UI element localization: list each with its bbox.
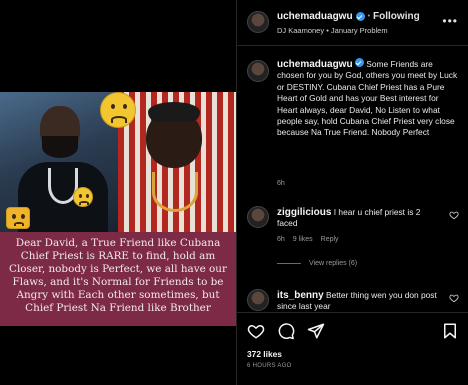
upset-face-emoji-icon: [6, 207, 30, 229]
dot-separator: •: [367, 13, 371, 20]
caption-age: 6h: [277, 180, 285, 187]
bookmark-icon[interactable]: [441, 322, 459, 340]
view-replies-label: View replies (6): [309, 260, 358, 267]
likes-count[interactable]: 372 likes: [247, 349, 282, 359]
divider: [277, 263, 301, 264]
like-comment-heart-icon[interactable]: [449, 293, 459, 303]
comment-age: 6h: [277, 236, 285, 243]
comment-icon[interactable]: [277, 322, 295, 340]
avatar[interactable]: [247, 11, 269, 33]
heart-icon[interactable]: [247, 322, 265, 340]
more-horizontal-icon[interactable]: •••: [442, 14, 458, 28]
header-username[interactable]: uchemaduagwu: [277, 11, 353, 22]
like-comment-heart-icon[interactable]: [449, 210, 459, 220]
verified-badge-icon: [355, 12, 365, 21]
post-timestamp: 6 HOURS AGO: [247, 363, 292, 369]
comment-username[interactable]: its_benny: [277, 290, 324, 301]
comment-text: its_benny Better thing wen you don post …: [277, 290, 443, 313]
comment-text: ziggilicious I hear u chief priest is 2 …: [277, 207, 443, 230]
reply-button[interactable]: Reply: [321, 236, 339, 243]
caption-text: uchemaduagwu Some Friends are chosen for…: [277, 58, 459, 139]
sad-face-emoji-icon: [100, 92, 136, 128]
following-button[interactable]: Following: [373, 11, 420, 22]
image-caption-text: Dear David, a True Friend like Cubana Ch…: [0, 232, 236, 326]
share-icon[interactable]: [307, 322, 325, 340]
comment-likes[interactable]: 9 likes: [293, 236, 313, 243]
audio-track-link[interactable]: DJ Kaamoney • January Problem: [277, 26, 388, 35]
post-actions: 372 likes 6 HOURS AGO: [237, 312, 468, 385]
caption-username[interactable]: uchemaduagwu: [277, 59, 353, 70]
view-replies-button[interactable]: View replies (6): [277, 260, 357, 267]
caption-body: Some Friends are chosen for you by God, …: [277, 59, 458, 138]
avatar[interactable]: [247, 206, 269, 228]
post-media[interactable]: Dear David, a True Friend like Cubana Ch…: [0, 0, 236, 385]
sad-face-emoji-icon: [73, 187, 93, 207]
avatar[interactable]: [247, 289, 269, 311]
comment-username[interactable]: ziggilicious: [277, 207, 331, 218]
post-details-panel: uchemaduagwu • Following DJ Kaamoney • J…: [236, 0, 468, 385]
verified-badge-icon: [354, 58, 364, 67]
post-header: uchemaduagwu • Following DJ Kaamoney • J…: [237, 0, 468, 46]
avatar[interactable]: [247, 60, 269, 82]
